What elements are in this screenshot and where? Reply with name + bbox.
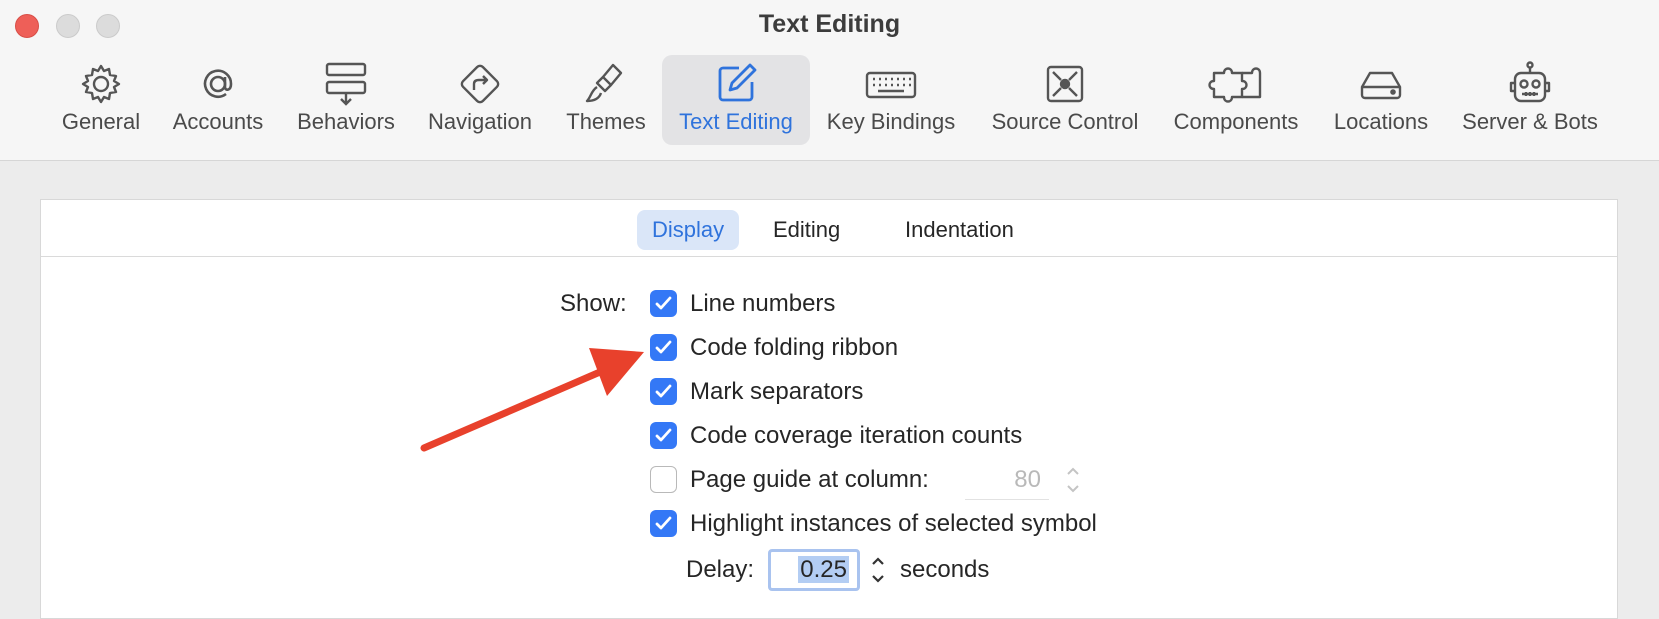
annotation-arrow <box>420 348 644 452</box>
